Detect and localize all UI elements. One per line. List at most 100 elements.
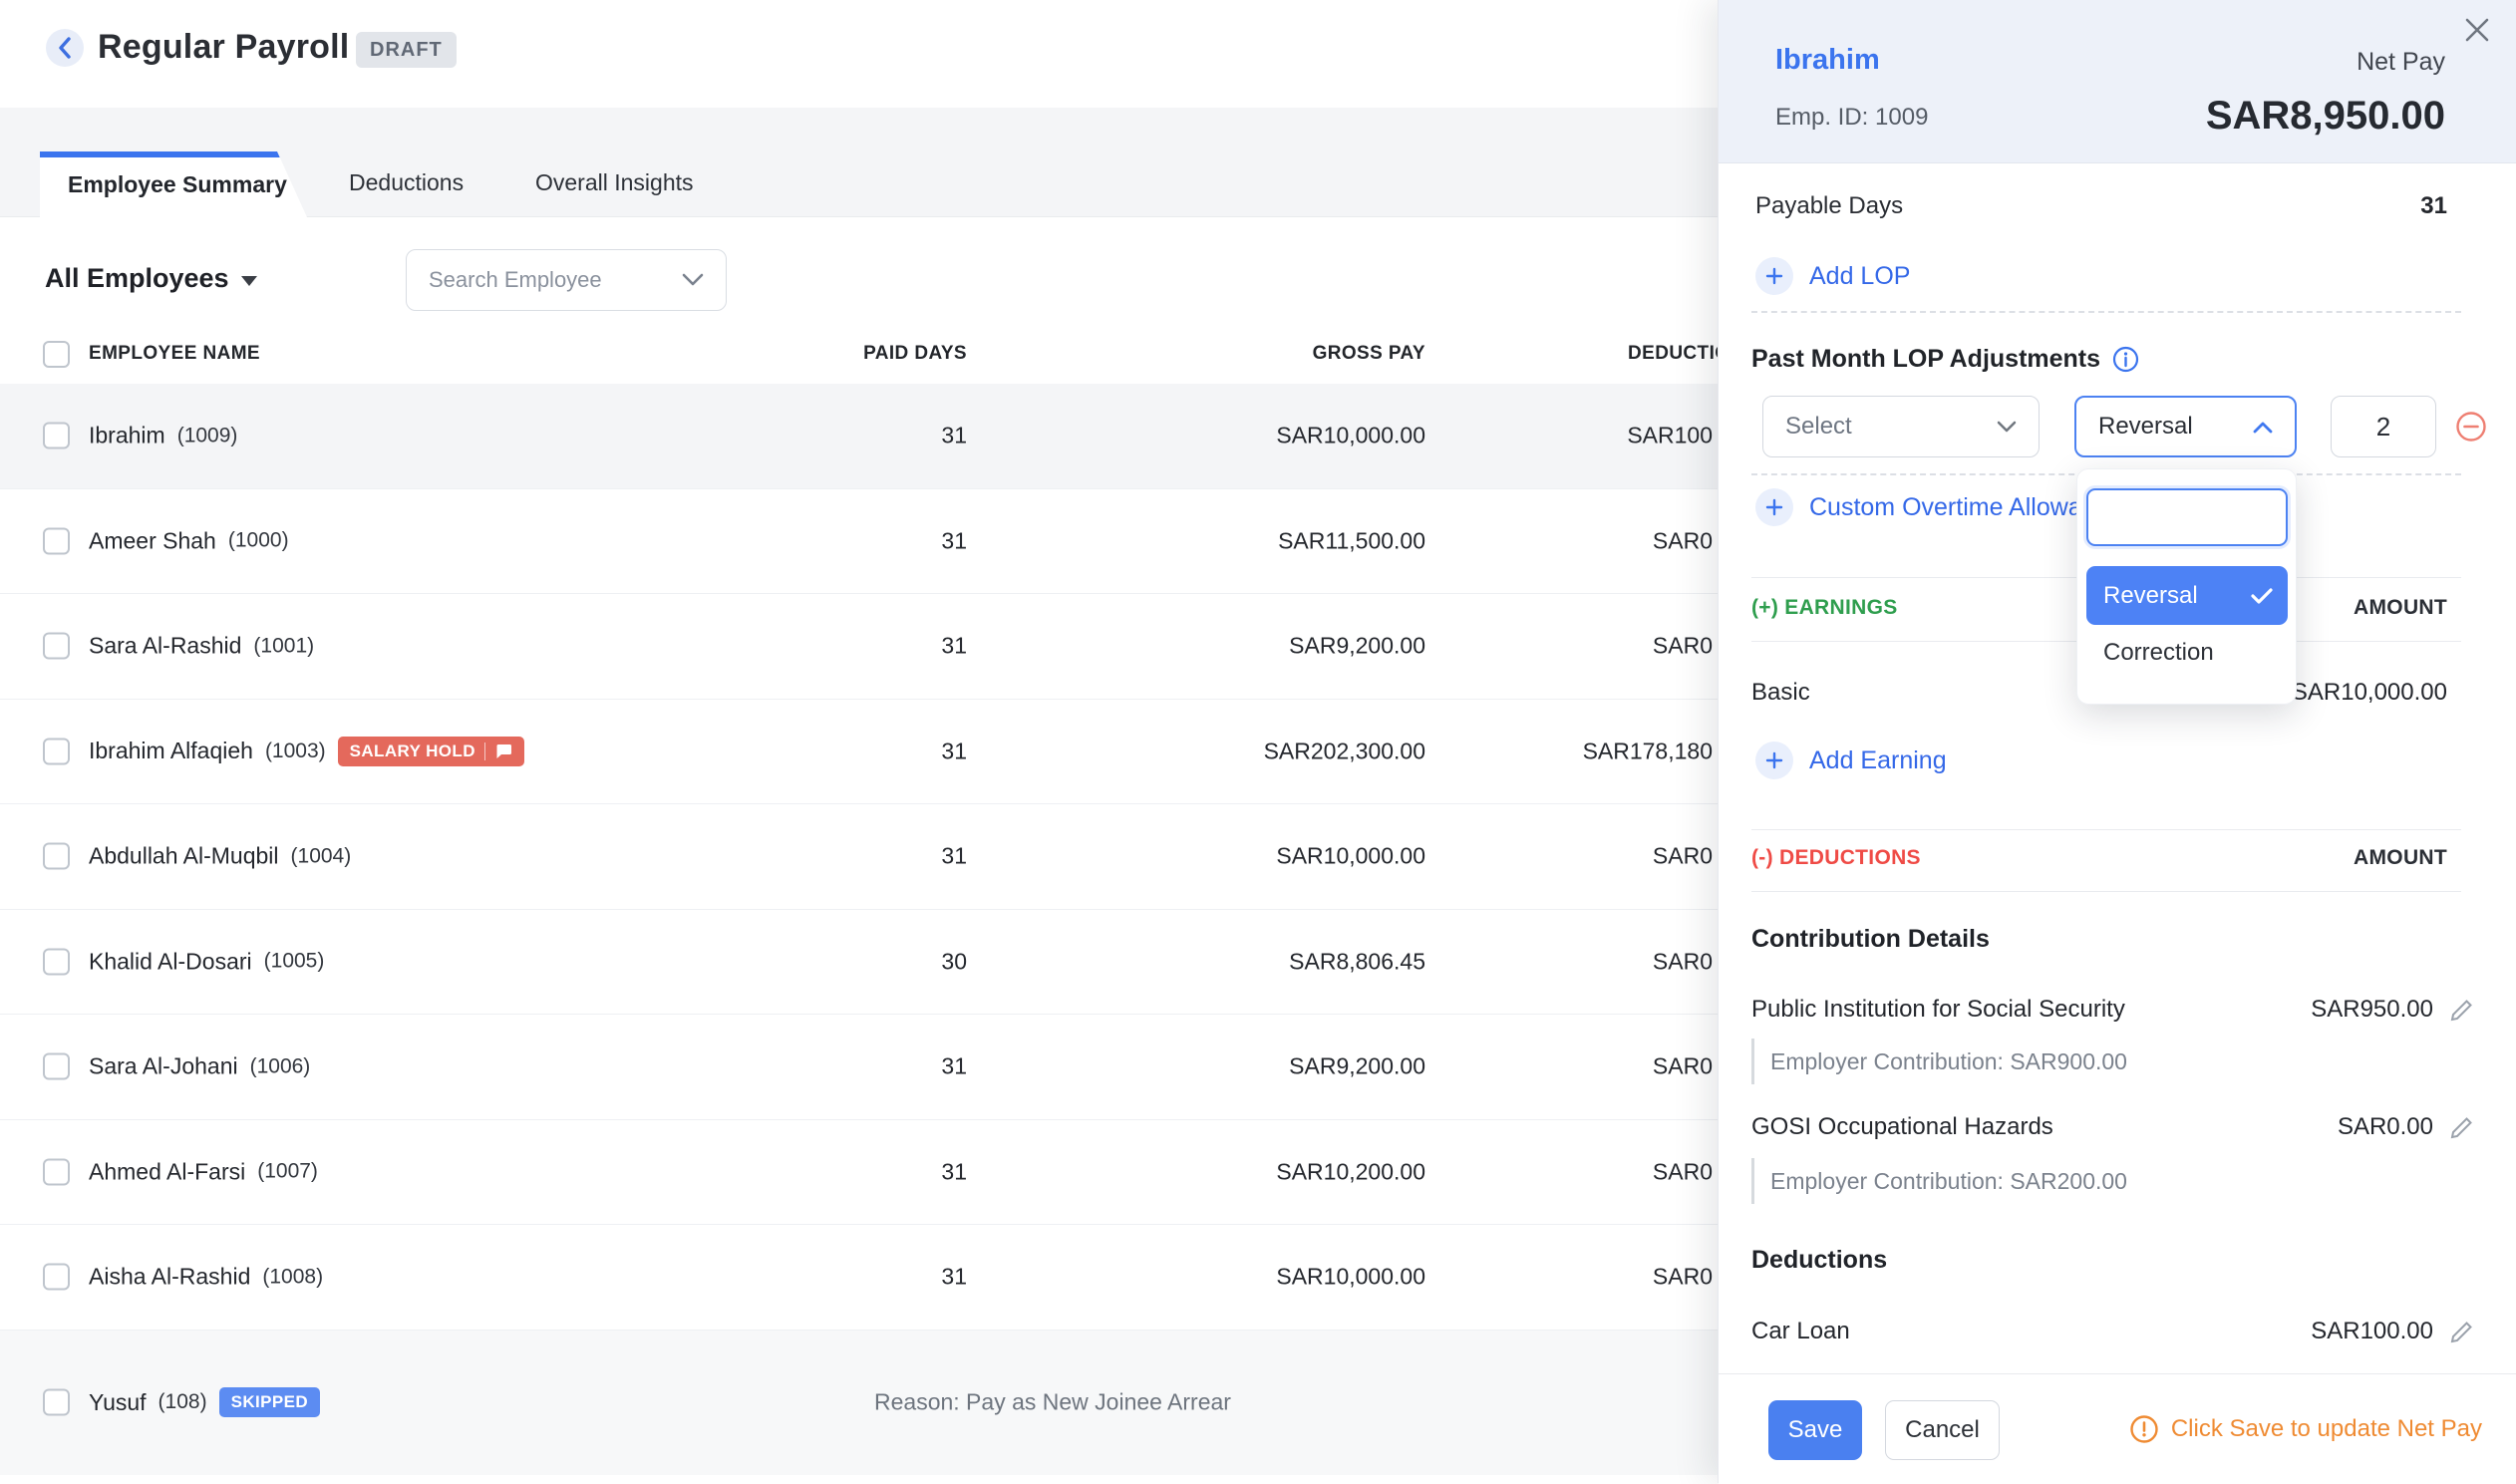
column-employee-name: EMPLOYEE NAME: [89, 343, 260, 365]
comment-icon: [494, 743, 512, 759]
row-checkbox[interactable]: [43, 633, 70, 660]
employer-contribution-note: Employer Contribution: SAR900.00: [1751, 1039, 2127, 1084]
chevron-down-icon: [1997, 421, 2017, 434]
table-row[interactable]: Khalid Al-Dosari(1005) 30 SAR8,806.45 SA…: [0, 910, 1718, 1016]
lop-month-select[interactable]: Select: [1762, 396, 2040, 457]
edit-amount-button[interactable]: [2447, 1112, 2477, 1142]
contribution-row-label: Public Institution for Social Security: [1751, 996, 2125, 1024]
employee-id: (108): [158, 1390, 207, 1414]
employee-filter-dropdown[interactable]: All Employees: [45, 263, 257, 294]
employee-id: (1001): [253, 634, 314, 658]
table-row[interactable]: Abdullah Al-Muqbil(1004) 31 SAR10,000.00…: [0, 804, 1718, 910]
close-icon: [2463, 16, 2491, 44]
deductions-cell: SAR0: [1653, 843, 1713, 870]
row-checkbox[interactable]: [43, 1264, 70, 1291]
panel-header: [1719, 0, 2516, 163]
remove-row-button[interactable]: [2454, 410, 2488, 444]
table-row[interactable]: Ibrahim(1009) 31 SAR10,000.00 SAR100: [0, 384, 1718, 489]
employee-name-cell[interactable]: Sara Al-Johani(1006): [89, 1053, 310, 1080]
row-checkbox[interactable]: [43, 1389, 70, 1416]
custom-overtime-button[interactable]: Custom Overtime Allowance: [1755, 488, 2122, 526]
employee-name-cell[interactable]: Ibrahim Alfaqieh(1003)SALARY HOLD: [89, 737, 524, 766]
tab-deductions[interactable]: Deductions: [349, 169, 464, 196]
row-checkbox[interactable]: [43, 423, 70, 449]
close-panel-button[interactable]: [2455, 8, 2499, 52]
info-icon[interactable]: [2112, 346, 2139, 373]
gross-pay-cell: SAR9,200.00: [1289, 1053, 1425, 1080]
employer-contribution-note: Employer Contribution: SAR200.00: [1751, 1158, 2127, 1204]
paid-days-cell: 31: [941, 1053, 967, 1080]
tab-employee-summary[interactable]: Employee Summary: [40, 151, 307, 217]
deductions-cell: SAR100: [1627, 423, 1713, 449]
employee-id: (1009): [177, 424, 238, 447]
table-row[interactable]: Sara Al-Johani(1006) 31 SAR9,200.00 SAR0: [0, 1015, 1718, 1120]
table-row[interactable]: Sara Al-Rashid(1001) 31 SAR9,200.00 SAR0: [0, 594, 1718, 700]
table-row[interactable]: Yusuf(108)SKIPPED Reason: Pay as New Joi…: [0, 1331, 1718, 1475]
row-checkbox[interactable]: [43, 738, 70, 764]
paid-days-cell: 31: [941, 738, 967, 764]
deductions-cell: SAR0: [1653, 1053, 1713, 1080]
divider: [1751, 311, 2461, 313]
cancel-button[interactable]: Cancel: [1885, 1400, 2000, 1460]
menu-search-input[interactable]: [2086, 488, 2288, 546]
check-icon: [2251, 587, 2273, 605]
employee-name-cell[interactable]: Yusuf(108)SKIPPED: [89, 1387, 320, 1417]
tab-overall-insights[interactable]: Overall Insights: [535, 169, 694, 196]
earning-row-amount: SAR10,000.00: [2292, 679, 2447, 707]
table-row[interactable]: Ameer Shah(1000) 31 SAR11,500.00 SAR0: [0, 489, 1718, 595]
employee-id: (1006): [250, 1054, 311, 1078]
employee-id: (1004): [291, 844, 352, 868]
row-checkbox[interactable]: [43, 1053, 70, 1080]
paid-days-cell: 31: [941, 423, 967, 449]
minus-circle-icon: [2454, 410, 2488, 444]
column-deductions: DEDUCTIONS: [1628, 343, 1718, 365]
pencil-icon: [2447, 995, 2477, 1025]
employee-name-cell[interactable]: Ahmed Al-Farsi(1007): [89, 1158, 318, 1185]
gross-pay-cell: SAR202,300.00: [1264, 738, 1425, 764]
table-row[interactable]: Ahmed Al-Farsi(1007) 31 SAR10,200.00 SAR…: [0, 1120, 1718, 1226]
pencil-icon: [2447, 1112, 2477, 1142]
panel-footer: Save Cancel Click Save to update Net Pay: [1719, 1373, 2516, 1484]
skip-reason: Reason: Pay as New Joinee Arrear: [874, 1389, 1231, 1416]
contribution-details-title: Contribution Details: [1751, 925, 1990, 954]
paid-days-cell: 30: [941, 948, 967, 975]
save-warning: Click Save to update Net Pay: [2129, 1414, 2482, 1444]
row-checkbox[interactable]: [43, 1158, 70, 1185]
employee-name-cell[interactable]: Sara Al-Rashid(1001): [89, 633, 314, 660]
employee-name-cell[interactable]: Aisha Al-Rashid(1008): [89, 1264, 323, 1291]
employee-name-cell[interactable]: Khalid Al-Dosari(1005): [89, 948, 324, 975]
employee-name-cell[interactable]: Abdullah Al-Muqbil(1004): [89, 843, 351, 870]
plus-icon: [1755, 257, 1793, 295]
add-lop-button[interactable]: Add LOP: [1755, 257, 1910, 295]
menu-option-correction[interactable]: Correction: [2103, 639, 2214, 667]
menu-option-reversal[interactable]: Reversal: [2086, 566, 2288, 625]
deductions-cell: SAR178,180: [1583, 738, 1713, 764]
pencil-icon: [2447, 1317, 2477, 1346]
earning-row-label: Basic: [1751, 679, 1810, 707]
select-all-checkbox[interactable]: [43, 341, 70, 368]
adjustment-type-select[interactable]: Reversal: [2074, 396, 2297, 457]
salary-hold-badge[interactable]: SALARY HOLD: [338, 737, 524, 766]
table-row[interactable]: Ibrahim Alfaqieh(1003)SALARY HOLD 31 SAR…: [0, 700, 1718, 805]
employee-name-cell[interactable]: Ibrahim(1009): [89, 423, 237, 449]
employee-name-cell[interactable]: Ameer Shah(1000): [89, 527, 289, 554]
edit-amount-button[interactable]: [2447, 1317, 2477, 1346]
divider: [1751, 829, 2461, 830]
back-button[interactable]: [46, 29, 84, 67]
row-checkbox[interactable]: [43, 948, 70, 975]
lop-days-input[interactable]: 2: [2331, 396, 2436, 457]
status-badge: DRAFT: [356, 32, 457, 68]
chevron-down-icon: [682, 273, 704, 287]
table-row[interactable]: Aisha Al-Rashid(1008) 31 SAR10,000.00 SA…: [0, 1225, 1718, 1331]
contribution-row-amount: SAR950.00: [2311, 996, 2433, 1024]
deduction-row-amount: SAR100.00: [2311, 1318, 2433, 1345]
save-button[interactable]: Save: [1768, 1400, 1862, 1460]
add-earning-button[interactable]: Add Earning: [1755, 742, 1947, 779]
panel-employee-name[interactable]: Ibrahim: [1775, 44, 1880, 77]
row-checkbox[interactable]: [43, 843, 70, 870]
table-header: EMPLOYEE NAME PAID DAYS GROSS PAY DEDUCT…: [0, 329, 1718, 385]
row-checkbox[interactable]: [43, 527, 70, 554]
edit-amount-button[interactable]: [2447, 995, 2477, 1025]
search-employee-select[interactable]: Search Employee: [406, 249, 727, 311]
page-title: Regular Payroll: [98, 28, 349, 67]
